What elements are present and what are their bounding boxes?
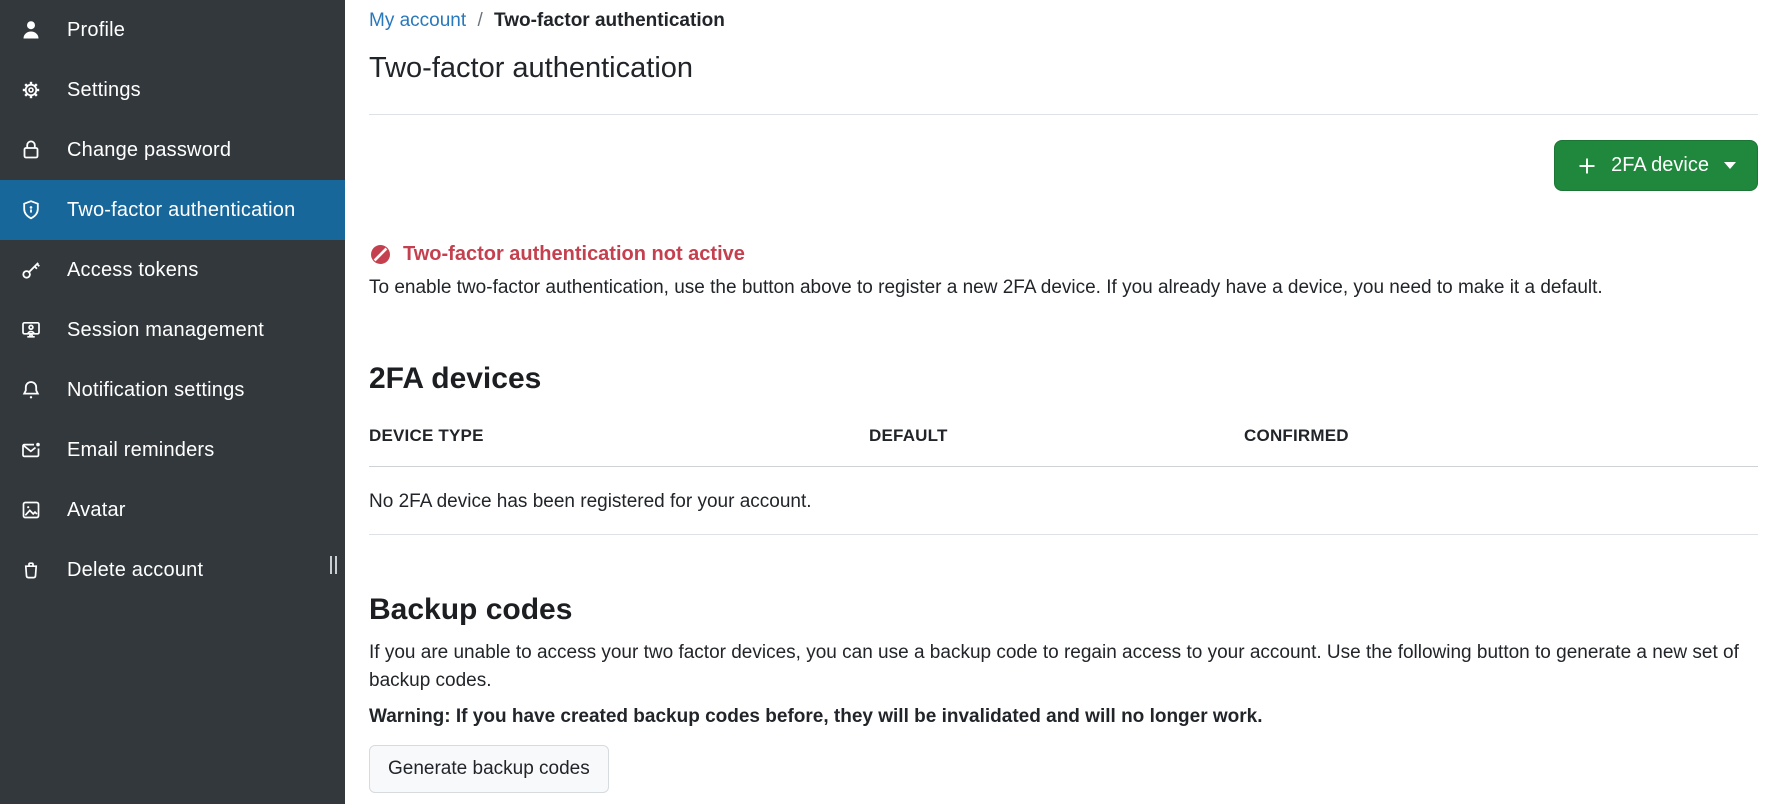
add-2fa-device-button[interactable]: 2FA device (1554, 140, 1758, 191)
account-sidebar: Profile Settings Change password (0, 0, 345, 804)
devices-table-empty-row: No 2FA device has been registered for yo… (369, 467, 1758, 535)
sidebar-item-notification-settings[interactable]: Notification settings (0, 360, 345, 420)
plus-icon (1576, 155, 1598, 177)
sidebar-item-two-factor-authentication[interactable]: Two-factor authentication (0, 180, 345, 240)
lock-icon (19, 138, 43, 162)
shield-icon (19, 198, 43, 222)
two-factor-status-alert: Two-factor authentication not active To … (369, 243, 1758, 302)
sidebar-item-delete-account[interactable]: Delete account (0, 540, 345, 600)
sidebar-item-profile[interactable]: Profile (0, 0, 345, 60)
sidebar-item-label: Two-factor authentication (67, 199, 295, 222)
main-content: My account / Two-factor authentication T… (345, 0, 1777, 804)
breadcrumb-current: Two-factor authentication (494, 10, 725, 31)
sidebar-item-label: Notification settings (67, 379, 245, 402)
column-header-device-type: Device type (369, 396, 869, 467)
chevron-down-icon (1724, 162, 1736, 169)
envelope-dot-icon (19, 438, 43, 462)
monitor-user-icon (19, 318, 43, 342)
devices-table-header-row: Device type Default Confirmed (369, 396, 1758, 467)
devices-section-heading: 2FA devices (369, 362, 1758, 396)
sidebar-item-label: Delete account (67, 559, 203, 582)
sidebar-item-label: Avatar (67, 499, 126, 522)
devices-table: Device type Default Confirmed No 2FA dev… (369, 396, 1758, 535)
add-2fa-device-label: 2FA device (1611, 154, 1709, 177)
sidebar-resize-handle[interactable] (330, 556, 337, 574)
gear-icon (19, 78, 43, 102)
breadcrumb-link-my-account[interactable]: My account (369, 10, 466, 31)
column-header-default: Default (869, 396, 1244, 467)
user-icon (19, 18, 43, 42)
sidebar-item-label: Session management (67, 319, 264, 342)
sidebar-item-label: Access tokens (67, 259, 199, 282)
breadcrumb: My account / Two-factor authentication (369, 10, 1758, 32)
image-icon (19, 498, 43, 522)
sidebar-item-email-reminders[interactable]: Email reminders (0, 420, 345, 480)
sidebar-item-label: Profile (67, 19, 125, 42)
backup-codes-heading: Backup codes (369, 593, 1758, 627)
sidebar-item-settings[interactable]: Settings (0, 60, 345, 120)
sidebar-item-access-tokens[interactable]: Access tokens (0, 240, 345, 300)
column-header-confirmed: Confirmed (1244, 396, 1758, 467)
title-divider (369, 114, 1758, 115)
sidebar-item-label: Settings (67, 79, 141, 102)
ban-icon (369, 243, 392, 266)
sidebar-item-change-password[interactable]: Change password (0, 120, 345, 180)
sidebar-item-label: Email reminders (67, 439, 214, 462)
sidebar-item-avatar[interactable]: Avatar (0, 480, 345, 540)
alert-title: Two-factor authentication not active (403, 243, 745, 266)
trash-icon (19, 558, 43, 582)
empty-devices-message: No 2FA device has been registered for yo… (369, 467, 1758, 535)
key-icon (19, 258, 43, 282)
alert-description: To enable two-factor authentication, use… (369, 274, 1758, 302)
sidebar-item-session-management[interactable]: Session management (0, 300, 345, 360)
page-title: Two-factor authentication (369, 52, 1758, 85)
generate-backup-codes-button[interactable]: Generate backup codes (369, 745, 609, 793)
backup-codes-description: If you are unable to access your two fac… (369, 639, 1758, 695)
backup-codes-warning: Warning: If you have created backup code… (369, 703, 1758, 731)
actions-row: 2FA device (369, 140, 1758, 191)
sidebar-item-label: Change password (67, 139, 231, 162)
bell-icon (19, 378, 43, 402)
breadcrumb-separator: / (477, 10, 482, 31)
